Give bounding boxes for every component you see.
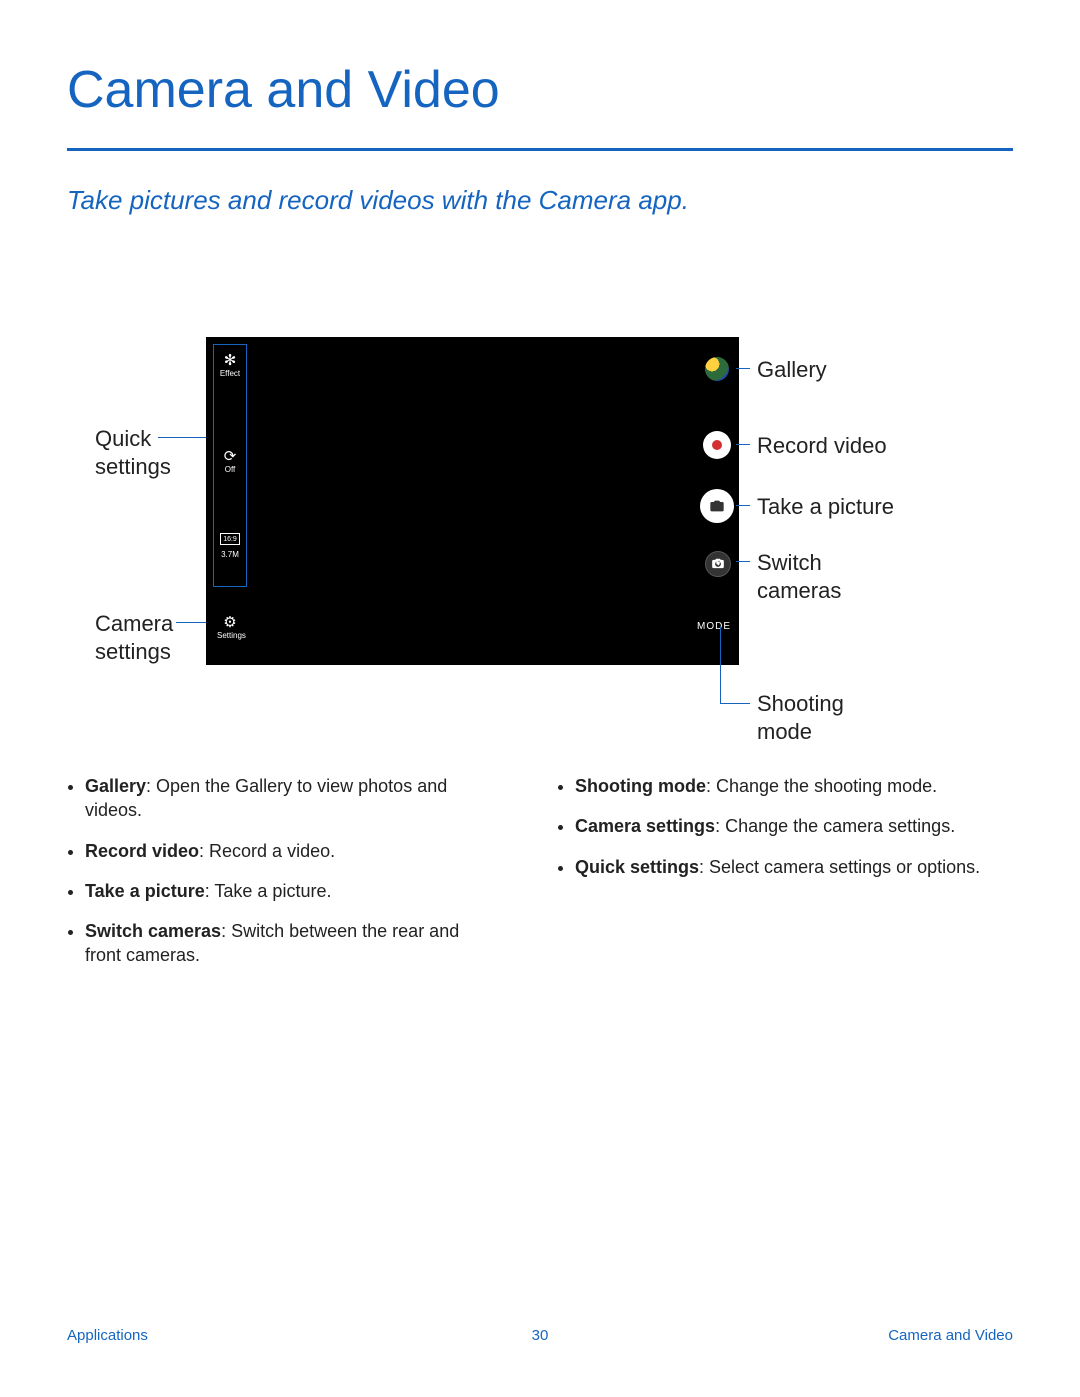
lead-line [736, 368, 750, 369]
bullet-item: Take a picture: Take a picture. [85, 879, 497, 903]
lead-line [176, 622, 206, 623]
callout-shooting-mode: Shooting mode [757, 690, 844, 745]
lead-line [736, 561, 750, 562]
lead-line [736, 444, 750, 445]
bullet-item: Switch cameras: Switch between the rear … [85, 919, 497, 968]
lead-line [720, 627, 721, 704]
footer-chapter: Camera and Video [888, 1327, 1013, 1344]
bullet-item: Record video: Record a video. [85, 839, 497, 863]
bullet-column-right: Shooting mode: Change the shooting mode.… [557, 774, 987, 895]
mode-label: MODE [697, 621, 731, 632]
callout-quick-settings: Quick settings [95, 425, 171, 480]
bullet-item: Quick settings: Select camera settings o… [575, 855, 987, 879]
camera-icon [700, 489, 734, 523]
callout-record: Record video [757, 432, 887, 460]
page-title: Camera and Video [67, 60, 500, 120]
callout-gallery: Gallery [757, 356, 827, 384]
effect-label: Effect [220, 369, 240, 378]
bullet-item: Shooting mode: Change the shooting mode. [575, 774, 987, 798]
camera-app-screenshot: ✻ Effect ⟳ Off 16:9 3.7M ⚙ Settings MODE [206, 337, 739, 665]
timer-icon: ⟳ Off [217, 447, 243, 474]
gallery-icon [703, 355, 731, 383]
resolution-label: 3.7M [217, 550, 243, 559]
bullet-item: Gallery: Open the Gallery to view photos… [85, 774, 497, 823]
callout-switch-cameras: Switch cameras [757, 549, 841, 604]
effect-icon: ✻ Effect [217, 351, 243, 378]
callout-camera-settings: Camera settings [95, 610, 173, 665]
timer-label: Off [225, 465, 236, 474]
bullet-column-left: Gallery: Open the Gallery to view photos… [67, 774, 497, 984]
settings-icon: ⚙ Settings [217, 613, 243, 640]
lead-line [736, 505, 750, 506]
callout-take-picture: Take a picture [757, 493, 894, 521]
page-subtitle: Take pictures and record videos with the… [67, 185, 689, 216]
lead-line [158, 437, 206, 438]
bullet-item: Camera settings: Change the camera setti… [575, 814, 987, 838]
settings-label: Settings [217, 631, 246, 640]
title-divider [67, 148, 1013, 151]
switch-camera-icon [705, 551, 731, 577]
lead-line [720, 703, 750, 704]
record-icon [703, 431, 731, 459]
aspect-ratio-icon: 16:9 [220, 533, 240, 545]
